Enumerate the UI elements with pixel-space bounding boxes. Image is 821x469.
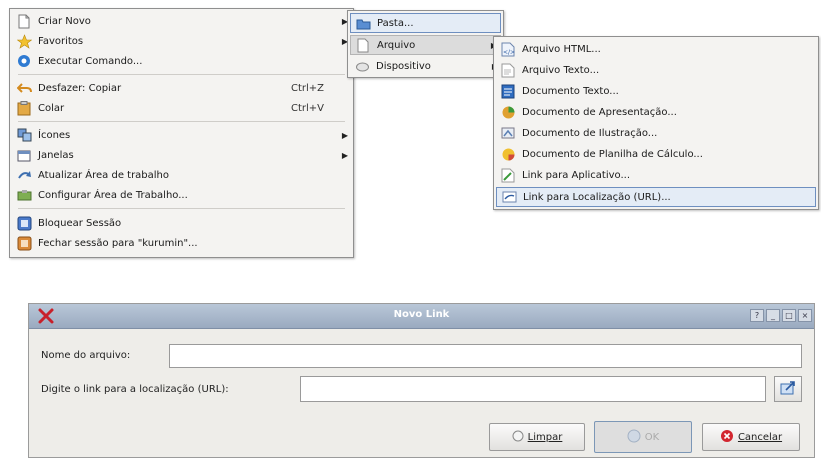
- minimize-button[interactable]: _: [766, 309, 780, 322]
- star-icon: [16, 33, 32, 49]
- menu-item-label: Configurar Área de Trabalho...: [38, 189, 188, 201]
- file-item-app-link[interactable]: Link para Aplicativo...: [496, 165, 816, 185]
- icons-icon: [16, 127, 32, 143]
- filename-label: Nome do arquivo:: [41, 350, 131, 361]
- menu-item-undo[interactable]: Desfazer: Copiar Ctrl+Z: [12, 78, 351, 98]
- browse-url-button[interactable]: [774, 376, 802, 402]
- file-item-spreadsheet[interactable]: Documento de Planilha de Cálculo...: [496, 144, 816, 164]
- menu-shortcut: Ctrl+Z: [291, 82, 325, 94]
- dialog-titlebar[interactable]: Novo Link ? _ □ ×: [29, 304, 814, 329]
- device-icon: [354, 58, 370, 74]
- menu-item-label: Criar Novo: [38, 15, 91, 27]
- refresh-icon: [16, 167, 32, 183]
- menu-item-label: Desfazer: Copiar: [38, 82, 122, 94]
- close-button[interactable]: ×: [798, 309, 812, 322]
- file-item-drawing[interactable]: Documento de Ilustração...: [496, 123, 816, 143]
- submenu-item-label: Dispositivo: [376, 60, 431, 72]
- menu-item-label: Favoritos: [38, 35, 84, 47]
- undo-icon: [16, 80, 32, 96]
- run-icon: [16, 53, 32, 69]
- menu-item-label: Fechar sessão para "kurumin"...: [38, 237, 198, 249]
- submenu-arrow-icon: ▶: [341, 150, 349, 160]
- clear-icon: [512, 430, 524, 445]
- file-item-label: Documento de Apresentação...: [522, 106, 677, 118]
- menu-item-label: Ícones: [38, 129, 71, 141]
- menu-item-favorites[interactable]: Favoritos ▶: [12, 31, 351, 51]
- menu-item-windows[interactable]: Janelas ▶: [12, 145, 351, 165]
- file-item-label: Documento de Planilha de Cálculo...: [522, 148, 703, 160]
- menu-separator: [18, 208, 345, 209]
- file-item-text-document[interactable]: Documento Texto...: [496, 81, 816, 101]
- menu-item-configure-desktop[interactable]: Configurar Área de Trabalho...: [12, 185, 351, 205]
- file-item-label: Arquivo Texto...: [522, 64, 600, 76]
- logout-icon: [16, 235, 32, 251]
- submenu-item-label: Pasta...: [377, 17, 414, 29]
- menu-item-label: Janelas: [38, 149, 74, 161]
- url-label: Digite o link para a localização (URL):: [41, 384, 229, 395]
- text-file-icon: [500, 62, 516, 78]
- configure-icon: [16, 187, 32, 203]
- document-icon: [16, 13, 32, 29]
- open-file-icon: [780, 380, 796, 398]
- draw-icon: [500, 125, 516, 141]
- lock-icon: [16, 215, 32, 231]
- ok-button[interactable]: OK: [594, 421, 692, 453]
- calc-icon: [500, 146, 516, 162]
- file-icon: [355, 37, 371, 53]
- menu-item-lock-session[interactable]: Bloquear Sessão: [12, 213, 351, 233]
- help-button[interactable]: ?: [750, 309, 764, 322]
- file-item-presentation[interactable]: Documento de Apresentação...: [496, 102, 816, 122]
- paste-icon: [16, 100, 32, 116]
- clear-button[interactable]: Limpar: [489, 423, 585, 451]
- cancel-icon: [720, 429, 734, 446]
- file-submenu: </> Arquivo HTML... Arquivo Texto... Doc…: [493, 36, 819, 210]
- file-item-label: Arquivo HTML...: [522, 43, 601, 55]
- menu-item-refresh-desktop[interactable]: Atualizar Área de trabalho: [12, 165, 351, 185]
- file-item-label: Documento Texto...: [522, 85, 619, 97]
- ok-icon: [627, 429, 641, 446]
- menu-item-label: Colar: [38, 102, 65, 114]
- menu-item-icons[interactable]: Ícones ▶: [12, 125, 351, 145]
- menu-separator: [18, 121, 345, 122]
- file-item-html[interactable]: </> Arquivo HTML...: [496, 39, 816, 59]
- menu-item-logout[interactable]: Fechar sessão para "kurumin"...: [12, 233, 351, 253]
- menu-item-label: Executar Comando...: [38, 55, 143, 67]
- cancel-button[interactable]: Cancelar: [702, 423, 800, 451]
- app-link-icon: [500, 167, 516, 183]
- submenu-arrow-icon: ▶: [341, 130, 349, 140]
- menu-item-label: Atualizar Área de trabalho: [38, 169, 170, 181]
- submenu-item-file[interactable]: Arquivo ▶: [350, 35, 501, 55]
- desktop-context-menu: Criar Novo ▶ Favoritos ▶ Executar Comand…: [9, 8, 354, 258]
- create-new-submenu: Pasta... Arquivo ▶ Dispositivo ▶: [347, 10, 504, 78]
- clear-button-label: Limpar: [527, 431, 563, 443]
- menu-item-paste[interactable]: Colar Ctrl+V: [12, 98, 351, 118]
- file-item-url-link[interactable]: Link para Localização (URL)...: [496, 187, 816, 207]
- file-item-label: Link para Localização (URL)...: [523, 191, 671, 203]
- file-item-text[interactable]: Arquivo Texto...: [496, 60, 816, 80]
- file-item-label: Link para Aplicativo...: [522, 169, 631, 181]
- menu-item-label: Bloquear Sessão: [38, 217, 122, 229]
- file-item-label: Documento de Ilustração...: [522, 127, 658, 139]
- menu-item-run-command[interactable]: Executar Comando...: [12, 51, 351, 71]
- html-icon: </>: [500, 41, 516, 57]
- impress-icon: [500, 104, 516, 120]
- menu-shortcut: Ctrl+V: [291, 102, 325, 114]
- url-input[interactable]: [300, 376, 766, 402]
- svg-text:</>: </>: [503, 49, 515, 56]
- maximize-button[interactable]: □: [782, 309, 796, 322]
- menu-item-create-new[interactable]: Criar Novo ▶: [12, 11, 351, 31]
- url-link-icon: [501, 189, 517, 205]
- new-link-dialog: Novo Link ? _ □ × Nome do arquivo: Digit…: [28, 303, 815, 458]
- windows-icon: [16, 147, 32, 163]
- cancel-button-label: Cancelar: [737, 431, 783, 443]
- writer-icon: [500, 83, 516, 99]
- submenu-item-device[interactable]: Dispositivo ▶: [350, 56, 501, 76]
- filename-input[interactable]: [169, 344, 802, 368]
- folder-icon: [355, 15, 371, 31]
- submenu-item-label: Arquivo: [377, 39, 416, 51]
- dialog-title: Novo Link: [393, 309, 450, 320]
- submenu-item-folder[interactable]: Pasta...: [350, 13, 501, 33]
- ok-button-label: OK: [644, 431, 660, 443]
- menu-separator: [18, 74, 345, 75]
